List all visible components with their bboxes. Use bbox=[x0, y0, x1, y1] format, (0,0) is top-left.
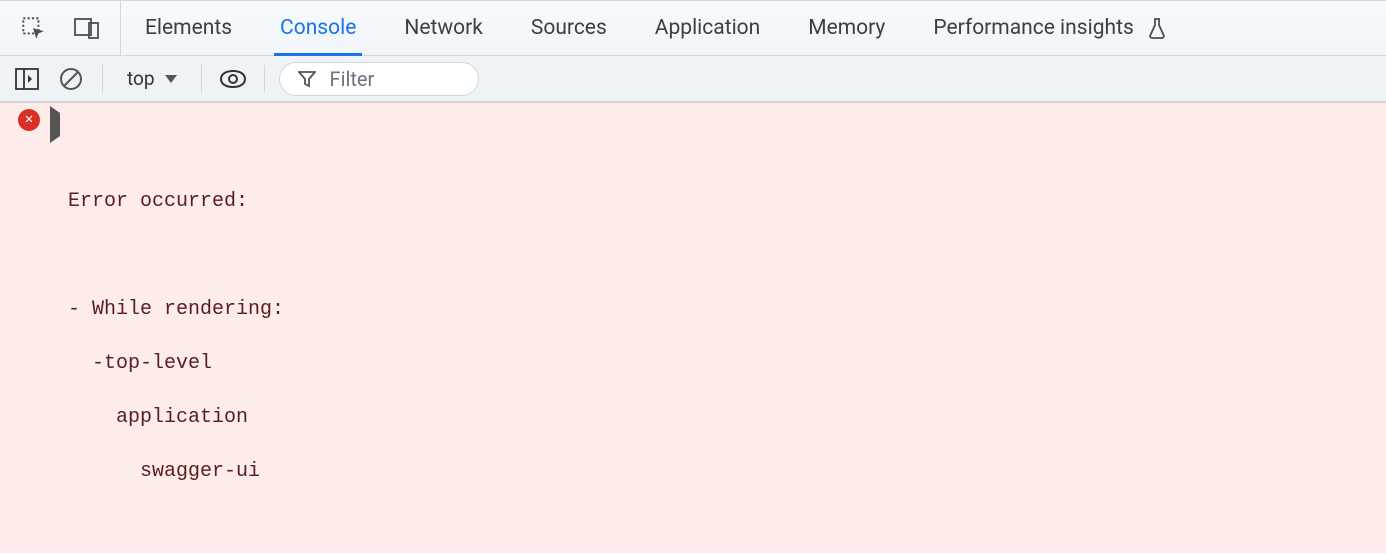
toggle-sidebar-icon[interactable] bbox=[10, 62, 44, 96]
message-text: Error occurred: - While rendering: -top-… bbox=[68, 107, 284, 539]
flask-icon bbox=[1142, 13, 1172, 43]
text-line: swagger-ui bbox=[68, 458, 284, 485]
device-toolbar-icon[interactable] bbox=[72, 13, 102, 43]
tab-sources[interactable]: Sources bbox=[507, 1, 631, 55]
tab-network[interactable]: Network bbox=[380, 1, 507, 55]
tab-label: Network bbox=[404, 16, 483, 40]
message-gutter: ✕ bbox=[8, 107, 50, 539]
chevron-right-icon bbox=[50, 106, 60, 143]
tab-label: Performance insights bbox=[933, 16, 1133, 40]
chevron-down-icon bbox=[165, 75, 177, 83]
toolbar-divider bbox=[102, 65, 103, 93]
context-label: top bbox=[127, 67, 155, 90]
error-icon: ✕ bbox=[18, 109, 40, 131]
console-body: ✕ Error occurred: - While rendering: -to… bbox=[0, 102, 1386, 554]
clear-console-icon[interactable] bbox=[54, 62, 88, 96]
tab-label: Console bbox=[280, 16, 356, 40]
text-line bbox=[68, 134, 284, 161]
devtools-tabbar: Elements Console Network Sources Applica… bbox=[0, 0, 1386, 56]
text-line: -top-level bbox=[68, 350, 284, 377]
filter-icon bbox=[298, 70, 316, 88]
text-line bbox=[68, 242, 284, 269]
tabs-list: Elements Console Network Sources Applica… bbox=[121, 1, 1196, 55]
tab-label: Memory bbox=[808, 16, 885, 40]
console-error-message: ✕ Error occurred: - While rendering: -to… bbox=[0, 102, 1386, 554]
expand-toggle[interactable] bbox=[50, 107, 68, 539]
tab-performance-insights[interactable]: Performance insights bbox=[909, 1, 1195, 55]
tab-memory[interactable]: Memory bbox=[784, 1, 909, 55]
tab-application[interactable]: Application bbox=[631, 1, 784, 55]
tab-elements[interactable]: Elements bbox=[121, 1, 256, 55]
filter-placeholder: Filter bbox=[330, 67, 375, 91]
context-selector[interactable]: top bbox=[117, 67, 187, 90]
tab-label: Application bbox=[655, 16, 760, 40]
text-line: application bbox=[68, 404, 284, 431]
text-line: Error occurred: bbox=[68, 188, 284, 215]
toolbar-divider bbox=[264, 65, 265, 93]
text-line: - While rendering: bbox=[68, 296, 284, 323]
tabbar-left-icons bbox=[0, 1, 121, 55]
toolbar-divider bbox=[201, 65, 202, 93]
inspect-icon[interactable] bbox=[18, 13, 48, 43]
live-expression-icon[interactable] bbox=[216, 62, 250, 96]
tab-label: Sources bbox=[531, 16, 607, 40]
tab-label: Elements bbox=[145, 16, 232, 40]
tab-console[interactable]: Console bbox=[256, 1, 380, 55]
filter-input[interactable]: Filter bbox=[279, 62, 479, 96]
console-toolbar: top Filter bbox=[0, 56, 1386, 102]
